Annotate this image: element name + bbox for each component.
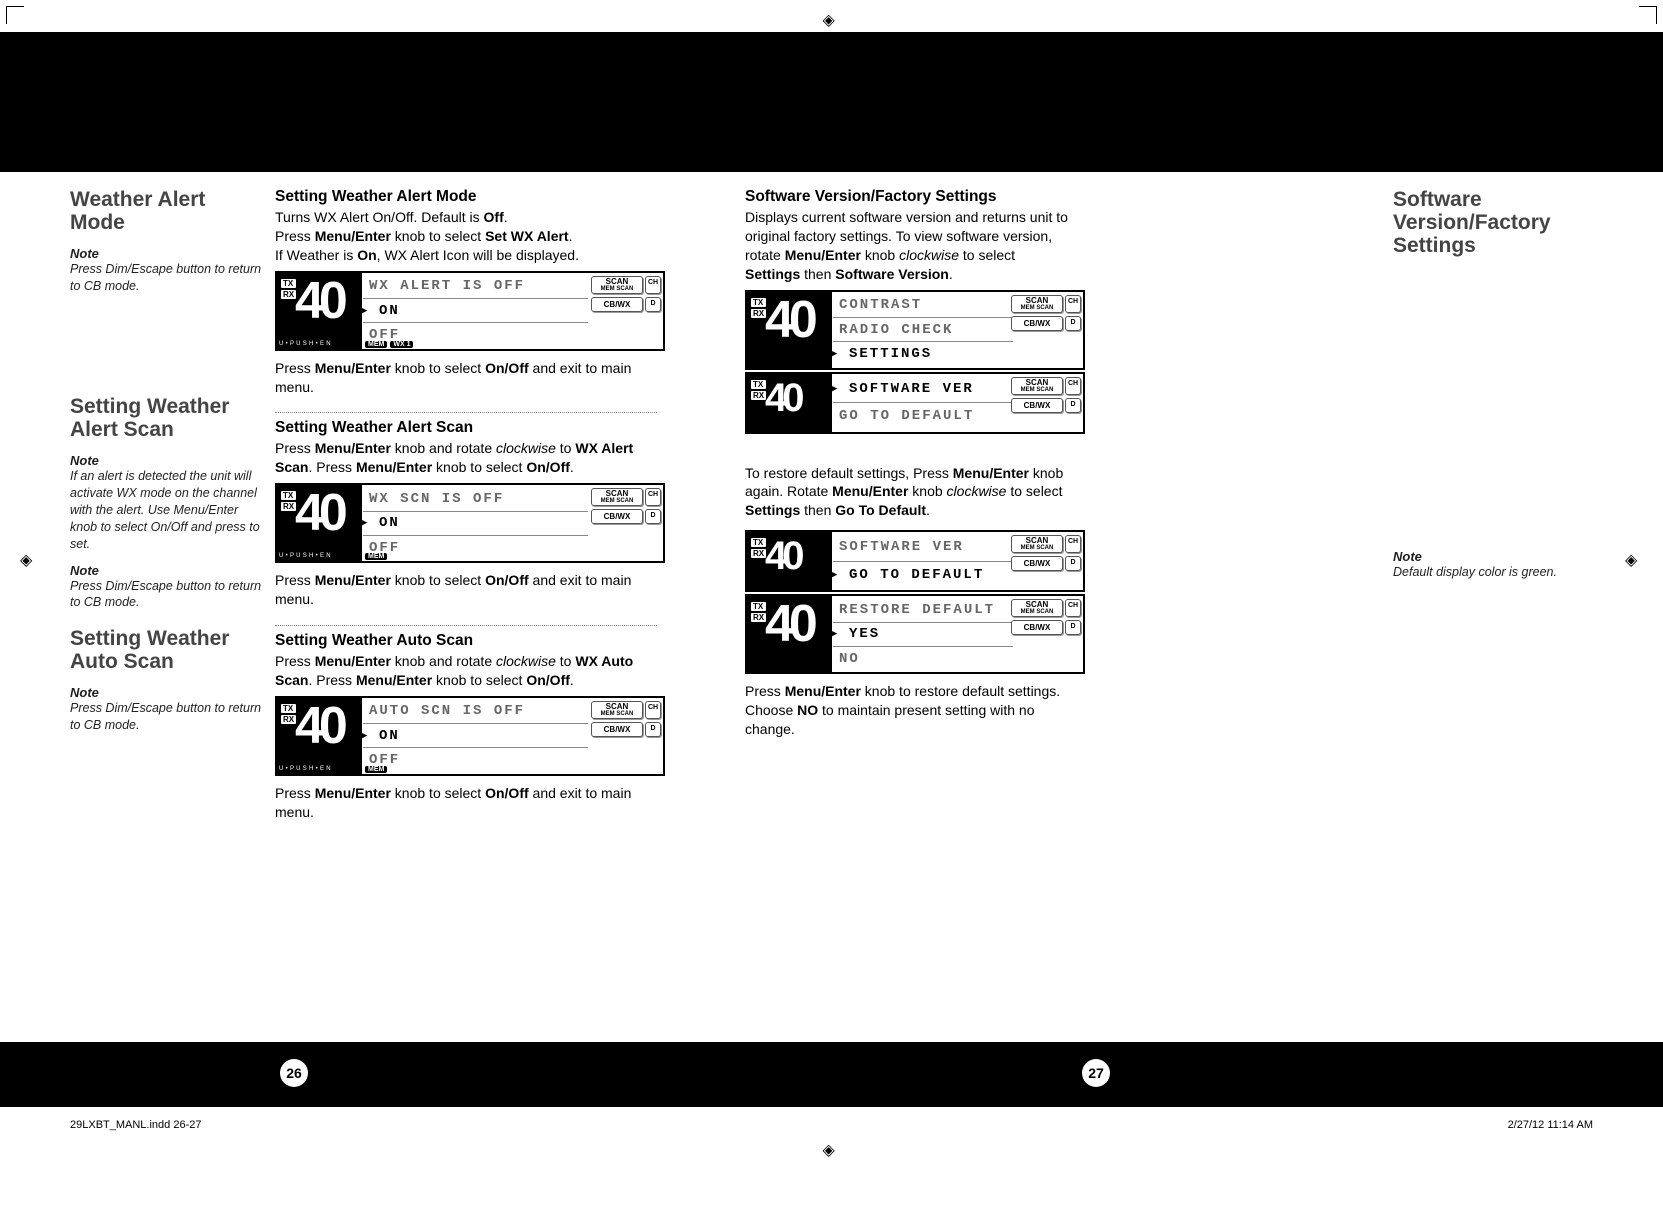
body-text: Press Menu/Enter knob to select On/Off a… [275,359,657,397]
heading-weather-alert-mode: Weather Alert Mode [70,188,263,234]
note-body: Press Dim/Escape button to return to CB … [70,578,263,612]
footer-band [0,1042,1663,1107]
subheading-software-version: Software Version/Factory Settings [745,188,1072,206]
footer-meta: 29LXBT_MANL.indd 26-27 2/27/12 11:14 AM [70,1119,1593,1131]
left-sidebar: Weather Alert Mode Note Press Dim/Escape… [70,188,275,1081]
registration-mark [823,10,841,28]
lcd-wx-alert: TXRX40U • P U S H • E N WX ALERT IS OFF … [275,271,665,351]
note-label: Note [1393,549,1593,564]
lcd-wx-scan: TXRX40U • P U S H • E N WX SCN IS OFF ON… [275,483,665,563]
note-body: Press Dim/Escape button to return to CB … [70,261,263,295]
note-label: Note [70,685,263,700]
heading-weather-auto-scan: Setting Weather Auto Scan [70,627,263,673]
note-body: Default display color is green. [1393,564,1593,581]
heading-software-settings: Software Version/Factory Settings [1393,188,1593,257]
body-text: Press Menu/Enter knob to select On/Off a… [275,571,657,609]
right-sidebar: Software Version/Factory Settings Note D… [1383,188,1593,1081]
note-body: If an alert is detected the unit will ac… [70,468,263,552]
body-text: Turns WX Alert On/Off. Default is Off.Pr… [275,208,657,265]
main-column-left: Setting Weather Alert Mode Turns WX Aler… [275,188,675,1081]
file-name: 29LXBT_MANL.indd 26-27 [70,1119,201,1131]
lcd-restore-default: TXRX40 RESTORE DEFAULT YES NO SCANMEM SC… [745,594,1085,674]
body-text: To restore default settings, Press Menu/… [745,464,1072,521]
crop-mark [6,6,24,24]
main-column-right: Software Version/Factory Settings Displa… [745,188,1090,1081]
body-text: Press Menu/Enter knob to restore default… [745,682,1072,739]
note-label: Note [70,246,263,261]
body-text: Press Menu/Enter knob and rotate clockwi… [275,652,657,690]
lcd-settings-menu: TXRX40 CONTRAST RADIO CHECK SETTINGS SCA… [745,290,1085,370]
registration-mark [1625,550,1643,568]
crop-mark [1639,6,1657,24]
note-label: Note [70,453,263,468]
registration-mark [20,550,38,568]
subheading-wx-alert-scan: Setting Weather Alert Scan [275,419,657,437]
heading-weather-alert-scan: Setting Weather Alert Scan [70,395,263,441]
print-date: 2/27/12 11:14 AM [1508,1119,1593,1131]
lcd-auto-scan: TXRX40U • P U S H • E N AUTO SCN IS OFF … [275,696,665,776]
note-label: Note [70,563,263,578]
body-text: Press Menu/Enter knob and rotate clockwi… [275,439,657,477]
registration-mark [823,1140,841,1158]
subheading-wx-auto-scan: Setting Weather Auto Scan [275,632,657,650]
body-text: Displays current software version and re… [745,208,1072,284]
subheading-wx-alert-mode: Setting Weather Alert Mode [275,188,657,206]
header-band: Operation Operation [0,32,1663,172]
note-body: Press Dim/Escape button to return to CB … [70,700,263,734]
lcd-go-to-default: TXRX40 SOFTWARE VER GO TO DEFAULT SCANME… [745,530,1085,592]
page-number-right: 27 [1082,1059,1110,1087]
body-text: Press Menu/Enter knob to select On/Off a… [275,784,657,822]
lcd-software-ver: TXRX40 SOFTWARE VER GO TO DEFAULT SCANME… [745,372,1085,434]
page-number-left: 26 [280,1059,308,1087]
